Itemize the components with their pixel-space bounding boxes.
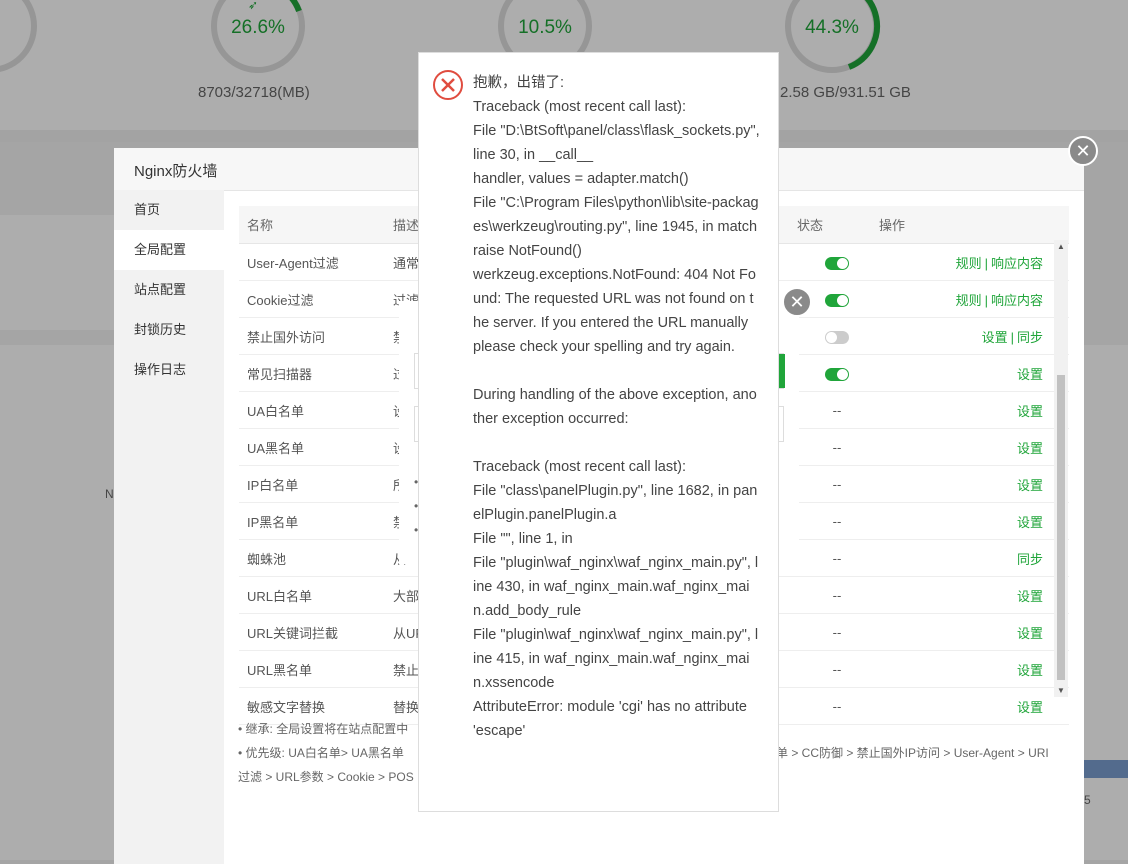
error-icon: [433, 70, 463, 100]
rule-operations: 设置: [878, 428, 1069, 466]
link-separator: |: [1010, 329, 1014, 345]
sidebar-item-operation-log[interactable]: 操作日志: [114, 350, 224, 390]
status-toggle[interactable]: [825, 330, 849, 344]
rule-status: --: [796, 502, 878, 540]
rule-name: IP黑名单: [239, 502, 392, 540]
sidebar-item-block-history[interactable]: 封锁历史: [114, 310, 224, 350]
sidebar-item-home[interactable]: 首页: [114, 190, 224, 230]
close-icon: ✕: [789, 292, 805, 312]
rule-op-link[interactable]: 规则: [956, 256, 982, 271]
rule-name: 常见扫描器: [239, 354, 392, 392]
rule-name: UA白名单: [239, 391, 392, 429]
rule-status: --: [796, 576, 878, 614]
rule-op-link[interactable]: 设置: [1017, 404, 1043, 419]
rule-op-link[interactable]: 设置: [982, 330, 1008, 345]
scrollbar-thumb[interactable]: [1057, 375, 1065, 680]
rule-operations: 设置: [878, 650, 1069, 688]
scroll-up-icon[interactable]: ▲: [1054, 242, 1068, 251]
rule-op-link[interactable]: 同步: [1017, 552, 1043, 567]
link-separator: |: [984, 292, 988, 308]
rule-op-link[interactable]: 响应内容: [991, 256, 1043, 271]
rule-operations: 设置: [878, 613, 1069, 651]
rule-name: User-Agent过滤: [239, 243, 392, 281]
scroll-down-icon[interactable]: ▼: [1054, 686, 1068, 695]
rule-op-link[interactable]: 规则: [956, 293, 982, 308]
status-toggle[interactable]: [825, 293, 849, 307]
error-message: 抱歉，出错了: Traceback (most recent call last…: [473, 75, 760, 739]
sidebar-item-site-config[interactable]: 站点配置: [114, 270, 224, 310]
table-scrollbar[interactable]: ▲ ▼: [1054, 240, 1068, 697]
link-separator: |: [984, 255, 988, 271]
rule-operations: 设置: [878, 391, 1069, 429]
rule-name: IP白名单: [239, 465, 392, 503]
rule-name: URL黑名单: [239, 650, 392, 688]
rule-op-link[interactable]: 设置: [1017, 441, 1043, 456]
rule-op-link[interactable]: 设置: [1017, 700, 1043, 715]
rule-name: UA黑名单: [239, 428, 392, 466]
rule-op-link[interactable]: 设置: [1017, 626, 1043, 641]
error-x-glyph: [441, 78, 455, 92]
add-button[interactable]: [779, 354, 785, 388]
rule-operations: 规则 | 响应内容: [878, 280, 1069, 318]
sidebar-item-global-config[interactable]: 全局配置: [114, 230, 224, 270]
rule-status: --: [796, 391, 878, 429]
note-priority-tail: 单 > CC防御 > 禁止国外IP访问 > User-Agent > URI: [776, 746, 1049, 760]
nginx-dialog-close-button[interactable]: ✕: [1068, 136, 1098, 166]
rule-status: --: [796, 539, 878, 577]
rule-name: URL关键词拦截: [239, 613, 392, 651]
note-priority: • 优先级: UA白名单> UA黑名单: [238, 746, 404, 760]
dialog-sidebar: 首页 全局配置 站点配置 封锁历史 操作日志: [114, 190, 224, 864]
rule-operations: 规则 | 响应内容: [878, 243, 1069, 281]
status-toggle[interactable]: [825, 367, 849, 381]
rule-op-link[interactable]: 设置: [1017, 478, 1043, 493]
rule-op-link[interactable]: 设置: [1017, 589, 1043, 604]
rule-name: 蜘蛛池: [239, 539, 392, 577]
column-header-name: 名称: [239, 206, 392, 244]
rule-op-link[interactable]: 响应内容: [991, 293, 1043, 308]
rule-operations: 设置: [878, 687, 1069, 725]
rule-status: --: [796, 650, 878, 688]
rule-op-link[interactable]: 设置: [1017, 663, 1043, 678]
rule-op-link[interactable]: 同步: [1017, 330, 1043, 345]
rule-name: 敏感文字替换: [239, 687, 392, 725]
rule-operations: 设置: [878, 502, 1069, 540]
rule-operations: 设置 | 同步: [878, 317, 1069, 355]
note-inherit: • 继承: 全局设置将在站点配置中: [238, 722, 409, 736]
rule-op-link[interactable]: 设置: [1017, 367, 1043, 382]
rule-status: --: [796, 687, 878, 725]
rule-operations: 设置: [878, 465, 1069, 503]
rule-status: [796, 243, 878, 281]
rule-status: --: [796, 613, 878, 651]
close-icon: ✕: [1075, 141, 1091, 161]
column-header-ops: 操作: [878, 206, 1069, 244]
rule-name: URL白名单: [239, 576, 392, 614]
rule-op-link[interactable]: 设置: [1017, 515, 1043, 530]
rule-status: [796, 354, 878, 392]
rule-operations: 设置: [878, 576, 1069, 614]
rule-dialog-close-button[interactable]: ✕: [782, 287, 812, 317]
error-dialog: 抱歉，出错了: Traceback (most recent call last…: [418, 52, 779, 812]
rule-operations: 设置: [878, 354, 1069, 392]
column-header-status: 状态: [796, 206, 878, 244]
rule-status: [796, 317, 878, 355]
dialog-title: Nginx防火墙: [134, 163, 218, 180]
rule-status: --: [796, 428, 878, 466]
status-toggle[interactable]: [825, 256, 849, 270]
rule-operations: 同步: [878, 539, 1069, 577]
rule-status: --: [796, 465, 878, 503]
note-priority-cont: 过滤 > URL参数 > Cookie > POS: [238, 770, 414, 784]
rule-name: 禁止国外访问: [239, 317, 392, 355]
rule-name: Cookie过滤: [239, 280, 392, 318]
